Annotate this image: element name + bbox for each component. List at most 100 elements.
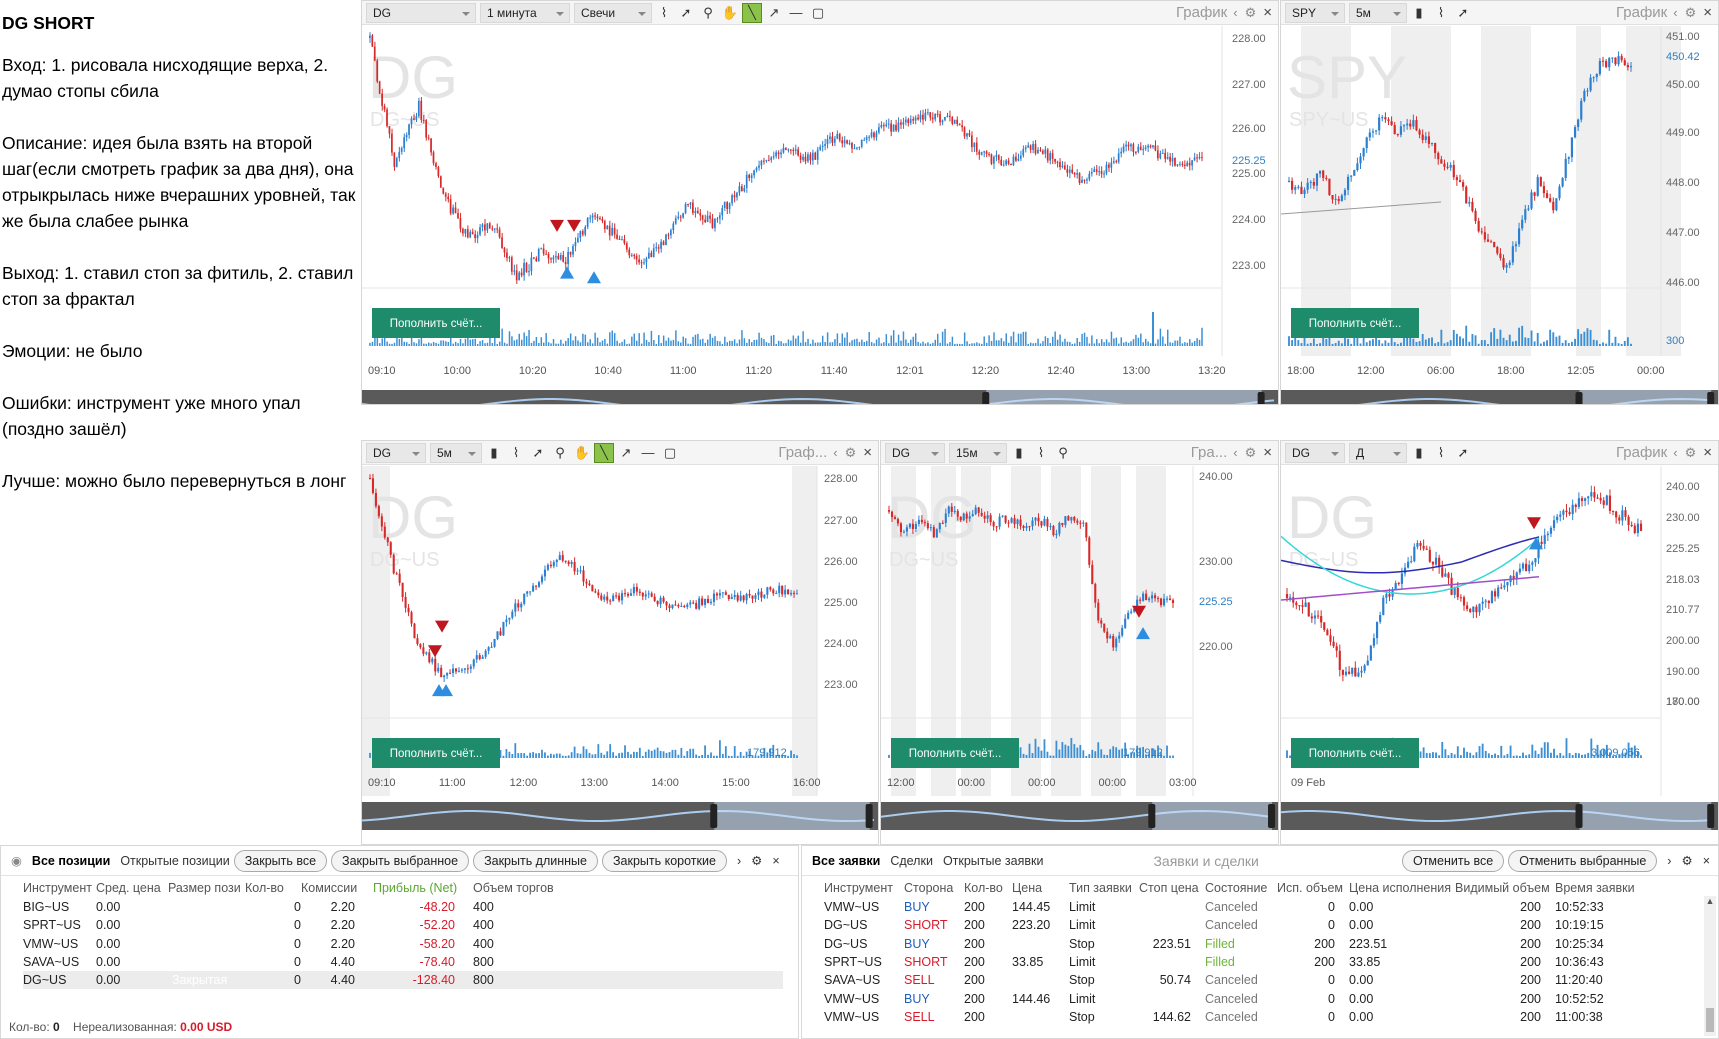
col-instrument[interactable]: Инструмент (23, 878, 96, 898)
cancel-all-button[interactable]: Отменить все (1401, 849, 1505, 872)
symbol-select[interactable]: DG (366, 442, 426, 463)
top-up-button[interactable]: Пополнить счёт... (1291, 308, 1419, 338)
gear-icon[interactable]: ⚙ (1681, 853, 1692, 868)
symbol-select[interactable]: DG (885, 442, 945, 463)
chart-canvas[interactable]: DGDG~US228.00227.00226.00225.00224.00223… (362, 466, 879, 845)
cursor-icon[interactable]: ➚ (528, 443, 548, 463)
col-position-size[interactable]: Размер пози (168, 878, 245, 898)
symbol-select[interactable]: DG (1285, 442, 1345, 463)
candles-icon[interactable]: ▮ (1409, 443, 1429, 463)
line-tool-icon[interactable]: ╲ (594, 442, 614, 463)
collapse-icon[interactable]: ‹ (833, 445, 837, 460)
tab-open-positions[interactable]: Открытые позиции (120, 854, 229, 868)
cursor-icon[interactable]: ➚ (1453, 3, 1473, 23)
chart-canvas[interactable]: DGDG~US240.00230.00225.25218.03210.77200… (1281, 466, 1719, 845)
table-row[interactable]: SAVA~US SELL 200 Stop 50.74 Canceled 0 0.00 200 1… (824, 971, 1694, 989)
col-avg-price[interactable]: Сред. цена (96, 878, 168, 898)
col-qty[interactable]: Кол-во (245, 878, 301, 898)
close-icon[interactable]: × (1703, 854, 1710, 868)
tab-all-orders[interactable]: Все заявки (812, 854, 880, 868)
candles-icon[interactable]: ▮ (484, 443, 504, 463)
col-side[interactable]: Сторона (904, 878, 964, 898)
indicator-icon[interactable]: ⌇ (1431, 3, 1451, 23)
interval-select[interactable]: 5м (1349, 2, 1407, 23)
chart-panel-dg-15m[interactable]: DG 15м ▮ ⌇ ⚲ Гра... ‹ ⚙ × DG DG~US 240.00 2… (880, 440, 1279, 845)
close-icon[interactable]: × (1703, 444, 1712, 461)
collapse-icon[interactable]: ‹ (1673, 445, 1677, 460)
gear-icon[interactable]: ⚙ (1685, 445, 1697, 461)
col-order-time[interactable]: Время заявки (1555, 878, 1694, 898)
symbol-select[interactable]: SPY (1285, 2, 1345, 23)
interval-select[interactable]: 15м (949, 442, 1007, 463)
gear-icon[interactable]: ⚙ (845, 445, 857, 461)
indicator-icon[interactable]: ⌇ (1031, 443, 1051, 463)
collapse-icon[interactable]: ‹ (1233, 5, 1237, 20)
cancel-selected-button[interactable]: Отменить выбранные (1508, 849, 1658, 872)
close-long-button[interactable]: Закрыть длинные (473, 849, 598, 872)
chart-type-select[interactable]: Свечи (574, 2, 652, 23)
table-row[interactable]: VMW~US SELL 200 Stop 144.62 Canceled 0 0.00 200 1… (824, 1008, 1694, 1026)
table-row[interactable]: BIG~US 0.00 0 2.20 -48.20 400 (23, 898, 783, 916)
top-up-button[interactable]: Пополнить счёт... (891, 738, 1019, 768)
gear-icon[interactable]: ⚙ (1245, 5, 1257, 21)
col-order-type[interactable]: Тип заявки (1069, 878, 1139, 898)
chart-canvas[interactable]: DGDG~US228.00227.00226.00225.00224.00223… (362, 26, 1279, 405)
close-all-button[interactable]: Закрыть все (233, 849, 328, 872)
zoom-icon[interactable]: ⚲ (550, 443, 570, 463)
table-row[interactable]: VMW~US 0.00 0 2.20 -58.20 400 (23, 935, 783, 953)
rect-tool-icon[interactable]: ▢ (660, 443, 680, 463)
cursor-icon[interactable]: ➚ (1453, 443, 1473, 463)
chevron-right-icon[interactable]: › (1667, 854, 1671, 868)
line-tool-icon[interactable]: ╲ (742, 2, 762, 23)
close-icon[interactable]: × (1263, 444, 1272, 461)
chart-panel-dg-daily[interactable]: DG Д ▮ ⌇ ➚ График ‹ ⚙ × DG DG~US 240.00 230… (1280, 440, 1719, 845)
candles-icon[interactable]: ▮ (1409, 3, 1429, 23)
cursor-icon[interactable]: ➚ (676, 3, 696, 23)
table-row[interactable]: SAVA~US 0.00 0 4.40 -78.40 800 (23, 953, 783, 971)
chart-panel-spy-5m[interactable]: SPY 5м ▮ ⌇ ➚ График ‹ ⚙ × SPY SPY~US 451.0… (1280, 0, 1719, 405)
interval-select[interactable]: 5м (430, 442, 482, 463)
col-commission[interactable]: Комиссии (301, 878, 373, 898)
close-icon[interactable]: × (863, 444, 872, 461)
symbol-select[interactable]: DG (366, 2, 476, 23)
close-short-button[interactable]: Закрыть короткие (602, 849, 727, 872)
close-icon[interactable]: × (772, 854, 779, 868)
col-profit-net[interactable]: Прибыль (Net) (373, 878, 473, 898)
zoom-icon[interactable]: ⚲ (698, 3, 718, 23)
table-row[interactable]: DG~US 0.00 Закрытая 0 4.40 -128.40 800 (23, 971, 783, 990)
indicator-icon[interactable]: ⌇ (654, 3, 674, 23)
top-up-button[interactable]: Пополнить счёт... (372, 738, 500, 768)
close-icon[interactable]: × (1263, 4, 1272, 21)
col-qty[interactable]: Кол-во (964, 878, 1012, 898)
interval-select[interactable]: 1 минута (480, 2, 570, 23)
gear-icon[interactable]: ⚙ (1245, 445, 1257, 461)
chart-canvas[interactable]: SPYSPY~US451.00450.00449.00448.00447.004… (1281, 26, 1719, 405)
indicator-icon[interactable]: ⌇ (1431, 443, 1451, 463)
hline-tool-icon[interactable]: — (638, 443, 658, 463)
table-row[interactable]: SPRT~US 0.00 0 2.20 -52.20 400 (23, 916, 783, 934)
table-row[interactable]: SPRT~US SHORT 200 33.85 Limit Filled 200 33.85 2… (824, 953, 1694, 971)
hline-tool-icon[interactable]: — (786, 3, 806, 23)
table-row[interactable]: DG~US BUY 200 Stop 223.51 Filled 200 223.51 200 1… (824, 935, 1694, 953)
orders-scrollbar[interactable]: ▲ (1704, 896, 1716, 1036)
top-up-button[interactable]: Пополнить счёт... (372, 308, 500, 338)
scroll-up-icon[interactable]: ▲ (1705, 896, 1715, 908)
col-filled-volume[interactable]: Исп. объем (1277, 878, 1349, 898)
gear-icon[interactable]: ⚙ (751, 853, 762, 868)
scrollbar-thumb[interactable] (1706, 1008, 1714, 1032)
col-state[interactable]: Состояние (1205, 878, 1277, 898)
table-row[interactable]: DG~US SHORT 200 223.20 Limit Canceled 0 0.00 200… (824, 916, 1694, 934)
col-price[interactable]: Цена (1012, 878, 1069, 898)
candles-icon[interactable]: ▮ (1009, 443, 1029, 463)
zoom-icon[interactable]: ⚲ (1053, 443, 1073, 463)
col-volume[interactable]: Объем торгов (473, 878, 783, 898)
rect-tool-icon[interactable]: ▢ (808, 3, 828, 23)
col-instrument[interactable]: Инструмент (824, 878, 904, 898)
chevron-right-icon[interactable]: › (737, 854, 741, 868)
col-fill-price[interactable]: Цена исполнения (1349, 878, 1455, 898)
gear-icon[interactable]: ⚙ (1685, 5, 1697, 21)
tab-all-positions[interactable]: Все позиции (32, 854, 110, 868)
tab-trades[interactable]: Сделки (890, 854, 933, 868)
table-row[interactable]: VMW~US BUY 200 144.46 Limit Canceled 0 0.00 200 1… (824, 989, 1694, 1007)
col-visible-volume[interactable]: Видимый объем (1455, 878, 1555, 898)
